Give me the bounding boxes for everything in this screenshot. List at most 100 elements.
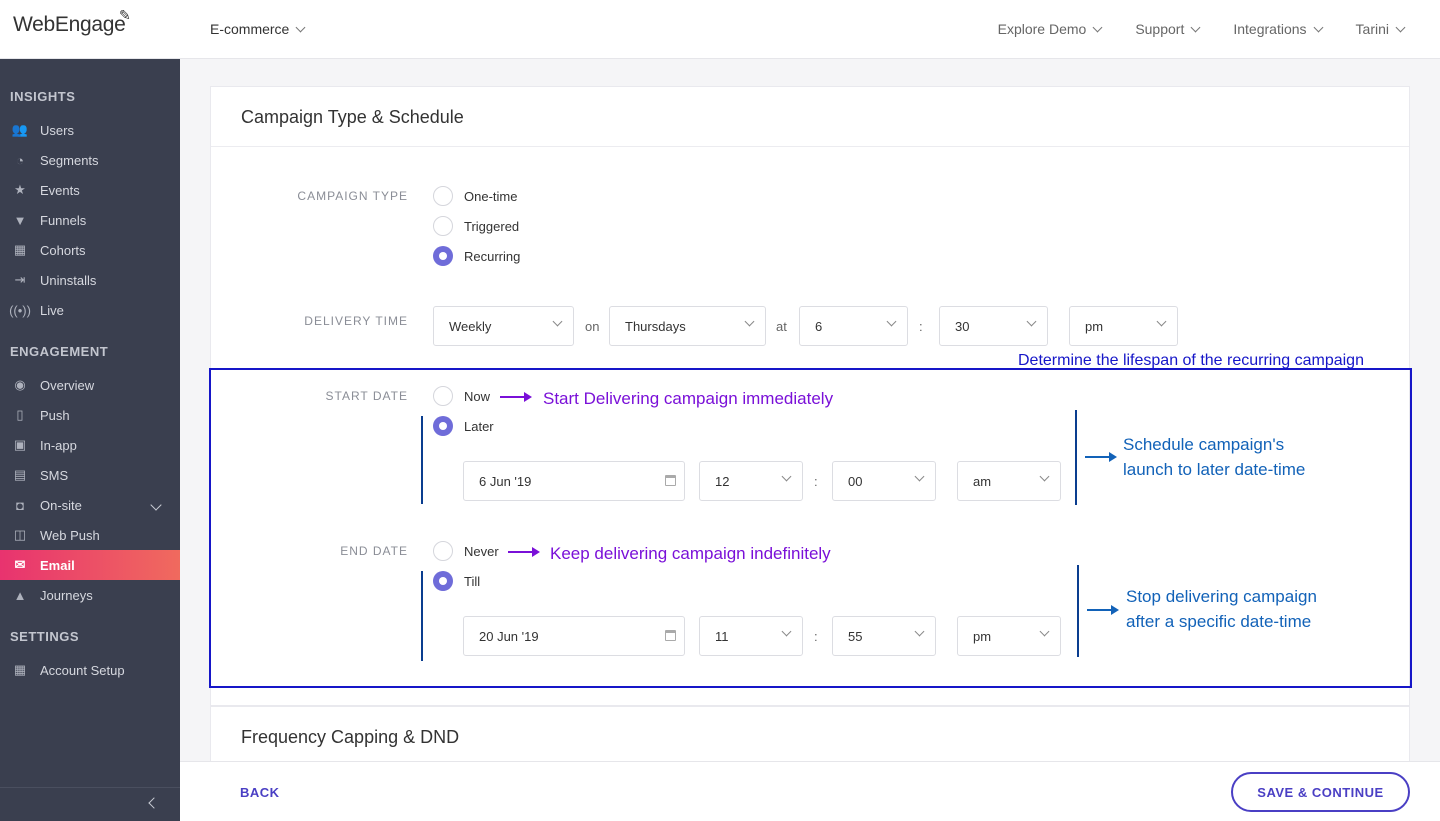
sidebar-item-cohorts[interactable]: ▦ Cohorts <box>0 235 180 265</box>
time-colon: : <box>919 319 923 334</box>
radio-triggered[interactable]: Triggered <box>433 216 519 236</box>
select-value: 6 <box>815 318 823 334</box>
nav-label: Tarini <box>1355 21 1389 37</box>
sidebar-item-label: Segments <box>40 152 99 168</box>
radio-circle <box>433 216 453 236</box>
sidebar-item-email[interactable]: ✉ Email <box>0 550 180 580</box>
radio-start-now[interactable]: Now <box>433 386 490 406</box>
minute-select[interactable]: 30 <box>939 306 1048 346</box>
funnel-icon: ▼ <box>13 212 27 228</box>
radio-label: Triggered <box>464 218 520 234</box>
radio-end-never[interactable]: Never <box>433 541 499 561</box>
end-minute-select[interactable]: 55 <box>832 616 936 656</box>
start-ampm-select[interactable]: am <box>957 461 1061 501</box>
radio-end-till[interactable]: Till <box>433 571 480 591</box>
radio-label: Recurring <box>464 248 521 264</box>
chevron-down-icon <box>744 316 755 327</box>
nav-user-menu[interactable]: Tarini <box>1355 21 1406 37</box>
select-value: 55 <box>848 628 863 644</box>
on-label: on <box>585 319 600 334</box>
sidebar-item-onsite[interactable]: ◘ On-site <box>0 490 180 520</box>
radio-circle-selected <box>433 571 453 591</box>
sidebar-item-label: Push <box>40 407 70 423</box>
sidebar-item-push[interactable]: ▯ Push <box>0 400 180 430</box>
project-name: E-commerce <box>210 21 290 37</box>
sidebar-item-account-setup[interactable]: ▦ Account Setup <box>0 655 180 685</box>
nav-support[interactable]: Support <box>1135 21 1201 37</box>
calendar-icon <box>665 630 676 641</box>
sidebar-item-web-push[interactable]: ◫ Web Push <box>0 520 180 550</box>
back-button[interactable]: BACK <box>240 785 280 800</box>
radio-label: One-time <box>464 188 518 204</box>
chevron-down-icon <box>914 471 925 482</box>
grid-icon: ▦ <box>13 242 27 257</box>
start-minute-select[interactable]: 00 <box>832 461 936 501</box>
end-hour-select[interactable]: 11 <box>699 616 803 656</box>
sidebar-item-users[interactable]: 👥 Users <box>0 115 180 145</box>
broadcast-icon: ((•)) <box>9 302 31 318</box>
sidebar-item-events[interactable]: ★ Events <box>0 175 180 205</box>
annotation-line: launch to later date-time <box>1123 460 1306 479</box>
sidebar-item-funnels[interactable]: ▼ Funnels <box>0 205 180 235</box>
sidebar-item-segments[interactable]: ◔ Segments <box>0 145 180 175</box>
sidebar-item-sms[interactable]: ▤ SMS <box>0 460 180 490</box>
chevron-down-icon <box>1395 22 1406 32</box>
radio-one-time[interactable]: One-time <box>433 186 517 206</box>
ampm-select[interactable]: pm <box>1069 306 1178 346</box>
radio-circle <box>433 186 453 206</box>
radio-circle-selected <box>433 416 453 436</box>
radio-start-later[interactable]: Later <box>433 416 494 436</box>
grid-settings-icon: ▦ <box>13 662 27 677</box>
chevron-left-icon <box>148 797 160 809</box>
start-hour-select[interactable]: 12 <box>699 461 803 501</box>
nav-explore-demo[interactable]: Explore Demo <box>998 21 1103 37</box>
window-icon: ◫ <box>13 527 27 542</box>
nav-integrations[interactable]: Integrations <box>1233 21 1323 37</box>
select-value: Thursdays <box>625 318 686 334</box>
chevron-down-icon <box>1190 22 1201 32</box>
sidebar-item-label: Account Setup <box>40 662 125 678</box>
sidebar-item-label: Email <box>40 557 75 573</box>
chevron-down-icon <box>781 626 792 637</box>
webengage-logo[interactable]: WebEngage ✎ <box>13 7 131 37</box>
section-insights: INSIGHTS <box>10 89 76 104</box>
top-navigation: Explore Demo Support Integrations Tarini <box>998 21 1406 37</box>
sidebar-item-uninstalls[interactable]: ⇥ Uninstalls <box>0 265 180 295</box>
chevron-down-icon <box>1313 22 1323 32</box>
end-ampm-select[interactable]: pm <box>957 616 1061 656</box>
annotation-till: Stop delivering campaign after a specific… <box>1126 584 1317 634</box>
sidebar-item-inapp[interactable]: ▣ In-app <box>0 430 180 460</box>
start-date-label: START DATE <box>325 389 408 403</box>
logo-bird-icon: ✎ <box>119 7 131 23</box>
radio-circle <box>433 541 453 561</box>
users-icon: 👥 <box>11 122 29 137</box>
card-title: Frequency Capping & DND <box>241 727 460 747</box>
chevron-down-icon <box>552 316 563 327</box>
sidebar-item-live[interactable]: ((•)) Live <box>0 295 180 325</box>
nav-label: Integrations <box>1233 21 1307 37</box>
start-date-picker[interactable]: 6 Jun '19 <box>463 461 685 501</box>
annotation-later: Schedule campaign's launch to later date-… <box>1123 432 1305 482</box>
section-engagement: ENGAGEMENT <box>10 344 109 359</box>
time-colon: : <box>814 629 818 644</box>
mobile-app-icon: ▣ <box>13 437 27 452</box>
project-selector[interactable]: E-commerce <box>210 21 306 37</box>
annotation-line: after a specific date-time <box>1126 612 1312 631</box>
radio-recurring[interactable]: Recurring <box>433 246 520 266</box>
hour-select[interactable]: 6 <box>799 306 908 346</box>
end-date-picker[interactable]: 20 Jun '19 <box>463 616 685 656</box>
sidebar-item-journeys[interactable]: ▲ Journeys <box>0 580 180 610</box>
save-continue-button[interactable]: SAVE & CONTINUE <box>1231 772 1410 812</box>
logo-text: WebEngage <box>13 13 126 36</box>
chevron-down-icon <box>914 626 925 637</box>
eye-icon: ◉ <box>14 377 26 392</box>
select-value: 00 <box>848 473 863 489</box>
chat-icon: ▤ <box>13 467 27 482</box>
frequency-select[interactable]: Weekly <box>433 306 574 346</box>
sidebar-item-overview[interactable]: ◉ Overview <box>0 370 180 400</box>
delivery-time-label: DELIVERY TIME <box>304 314 408 328</box>
collapse-sidebar-button[interactable] <box>0 787 180 821</box>
day-select[interactable]: Thursdays <box>609 306 766 346</box>
rocket-icon: ▲ <box>13 587 27 603</box>
annotation-now: Start Delivering campaign immediately <box>543 389 834 408</box>
